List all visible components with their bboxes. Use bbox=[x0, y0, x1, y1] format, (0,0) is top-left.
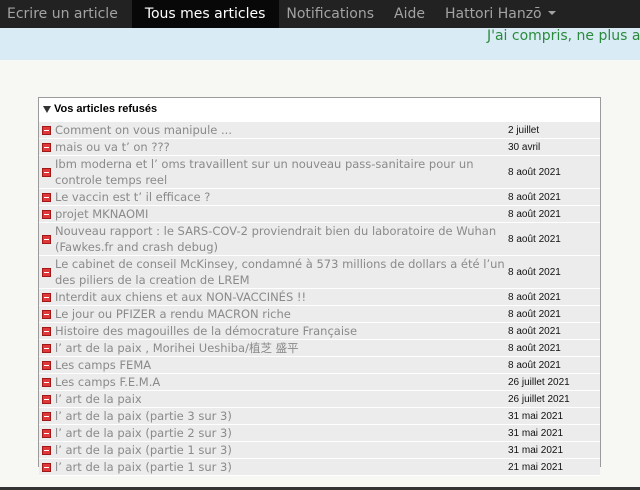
delete-icon[interactable] bbox=[42, 268, 51, 277]
delete-icon[interactable] bbox=[42, 395, 51, 404]
user-name: Hattori Hanzō bbox=[444, 6, 542, 22]
rejected-articles-panel: Vos articles refusés Comment on vous man… bbox=[38, 97, 601, 476]
article-title-link[interactable]: l’ art de la paix (partie 1 sur 3) bbox=[55, 459, 507, 475]
article-title-link[interactable]: projet MKNAOMI bbox=[55, 206, 507, 222]
article-date: 8 août 2021 bbox=[508, 343, 561, 354]
nav-notifications[interactable]: Notifications bbox=[279, 0, 387, 28]
article-date: 31 mai 2021 bbox=[508, 411, 564, 422]
article-row: Interdit aux chiens et aux NON-VACCINÉS … bbox=[39, 289, 600, 306]
article-date: 8 août 2021 bbox=[508, 192, 561, 203]
article-row: l’ art de la paix , Morihei Ueshiba/植芝 盛… bbox=[39, 340, 600, 357]
article-title-link[interactable]: Le vaccin est t’ il efficace ? bbox=[55, 189, 507, 205]
article-row: Les camps FEMA 8 août 2021 bbox=[39, 357, 600, 374]
article-date: 8 août 2021 bbox=[508, 360, 561, 371]
article-date: 21 mai 2021 bbox=[508, 462, 564, 473]
article-title-link[interactable]: Histoire des magouilles de la démocratur… bbox=[55, 323, 507, 339]
article-row: Nouveau rapport : le SARS-COV-2 proviend… bbox=[39, 223, 600, 256]
article-date: 8 août 2021 bbox=[508, 234, 561, 245]
article-row: Le cabinet de conseil McKinsey, condamné… bbox=[39, 256, 600, 289]
article-row: l’ art de la paix (partie 3 sur 3) 31 mai… bbox=[39, 408, 600, 425]
article-row: Les camps F.E.M.A 26 juillet 2021 bbox=[39, 374, 600, 391]
delete-icon[interactable] bbox=[42, 463, 51, 472]
delete-icon[interactable] bbox=[42, 143, 51, 152]
article-row: projet MKNAOMI 8 août 2021 bbox=[39, 206, 600, 223]
article-date: 8 août 2021 bbox=[508, 167, 561, 178]
dismiss-banner-link[interactable]: J'ai compris, ne plus afficher ce messag… bbox=[487, 28, 640, 44]
article-date: 8 août 2021 bbox=[508, 309, 561, 320]
article-title-link[interactable]: l’ art de la paix (partie 3 sur 3) bbox=[55, 408, 507, 424]
delete-icon[interactable] bbox=[42, 327, 51, 336]
delete-icon[interactable] bbox=[42, 126, 51, 135]
article-title-link[interactable]: Interdit aux chiens et aux NON-VACCINÉS … bbox=[55, 289, 507, 305]
panel-title: Vos articles refusés bbox=[54, 103, 158, 115]
article-date: 8 août 2021 bbox=[508, 267, 561, 278]
info-banner: J'ai compris, ne plus afficher ce messag… bbox=[0, 28, 640, 60]
article-title-link[interactable]: Nouveau rapport : le SARS-COV-2 proviend… bbox=[55, 223, 507, 255]
delete-icon[interactable] bbox=[42, 293, 51, 302]
article-title-link[interactable]: l’ art de la paix bbox=[55, 391, 507, 407]
article-title-link[interactable]: l’ art de la paix , Morihei Ueshiba/植芝 盛… bbox=[55, 340, 507, 356]
article-title-link[interactable]: l’ art de la paix (partie 1 sur 3) bbox=[55, 442, 507, 458]
nav-write-article[interactable]: Ecrire un article bbox=[0, 0, 132, 28]
nav-all-my-articles[interactable]: Tous mes articles bbox=[131, 0, 280, 28]
article-title-link[interactable]: l’ art de la paix (partie 2 sur 3) bbox=[55, 425, 507, 441]
article-title-link[interactable]: Les camps F.E.M.A bbox=[55, 374, 507, 390]
article-date: 8 août 2021 bbox=[508, 292, 561, 303]
delete-icon[interactable] bbox=[42, 344, 51, 353]
article-title-link[interactable]: Le cabinet de conseil McKinsey, condamné… bbox=[55, 256, 507, 288]
delete-icon[interactable] bbox=[42, 310, 51, 319]
article-date: 8 août 2021 bbox=[508, 326, 561, 337]
nav-help[interactable]: Aide bbox=[387, 0, 438, 28]
article-date: 31 mai 2021 bbox=[508, 445, 564, 456]
article-row: Histoire des magouilles de la démocratur… bbox=[39, 323, 600, 340]
delete-icon[interactable] bbox=[42, 235, 51, 244]
article-date: 2 juillet bbox=[508, 125, 540, 136]
article-date: 26 juillet 2021 bbox=[508, 394, 570, 405]
delete-icon[interactable] bbox=[42, 429, 51, 438]
article-date: 26 juillet 2021 bbox=[508, 377, 570, 388]
article-row: l’ art de la paix 26 juillet 2021 bbox=[39, 391, 600, 408]
top-navigation: Ecrire un article Tous mes articles Noti… bbox=[0, 0, 640, 28]
article-title-link[interactable]: Ibm moderna et l’ oms travaillent sur un… bbox=[55, 156, 507, 188]
article-date: 30 avril bbox=[508, 142, 541, 153]
article-row: Le vaccin est t’ il efficace ? 8 août 202… bbox=[39, 189, 600, 206]
delete-icon[interactable] bbox=[42, 361, 51, 370]
article-title-link[interactable]: Les camps FEMA bbox=[55, 357, 507, 373]
article-row: Comment on vous manipule ... 2 juillet bbox=[39, 122, 600, 139]
delete-icon[interactable] bbox=[42, 193, 51, 202]
delete-icon[interactable] bbox=[42, 446, 51, 455]
article-row: l’ art de la paix (partie 2 sur 3) 31 mai… bbox=[39, 425, 600, 442]
delete-icon[interactable] bbox=[42, 412, 51, 421]
caret-down-icon bbox=[547, 11, 556, 15]
article-row: Le jour ou PFIZER a rendu MACRON riche 8 … bbox=[39, 306, 600, 323]
article-title-link[interactable]: Le jour ou PFIZER a rendu MACRON riche bbox=[55, 306, 507, 322]
collapse-triangle-icon[interactable] bbox=[43, 106, 51, 113]
article-date: 31 mai 2021 bbox=[508, 428, 564, 439]
article-title-link[interactable]: Comment on vous manipule ... bbox=[55, 122, 507, 138]
article-row: Ibm moderna et l’ oms travaillent sur un… bbox=[39, 156, 600, 189]
nav-user-menu[interactable]: Hattori Hanzō bbox=[438, 0, 569, 28]
delete-icon[interactable] bbox=[42, 168, 51, 177]
delete-icon[interactable] bbox=[42, 210, 51, 219]
article-row: mais ou va t’ on ??? 30 avril bbox=[39, 139, 600, 156]
rejected-articles-header[interactable]: Vos articles refusés bbox=[39, 98, 600, 122]
article-row: l’ art de la paix (partie 1 sur 3) 21 mai… bbox=[39, 459, 600, 476]
article-row: l’ art de la paix (partie 1 sur 3) 31 mai… bbox=[39, 442, 600, 459]
article-date: 8 août 2021 bbox=[508, 209, 561, 220]
article-title-link[interactable]: mais ou va t’ on ??? bbox=[55, 139, 507, 155]
delete-icon[interactable] bbox=[42, 378, 51, 387]
